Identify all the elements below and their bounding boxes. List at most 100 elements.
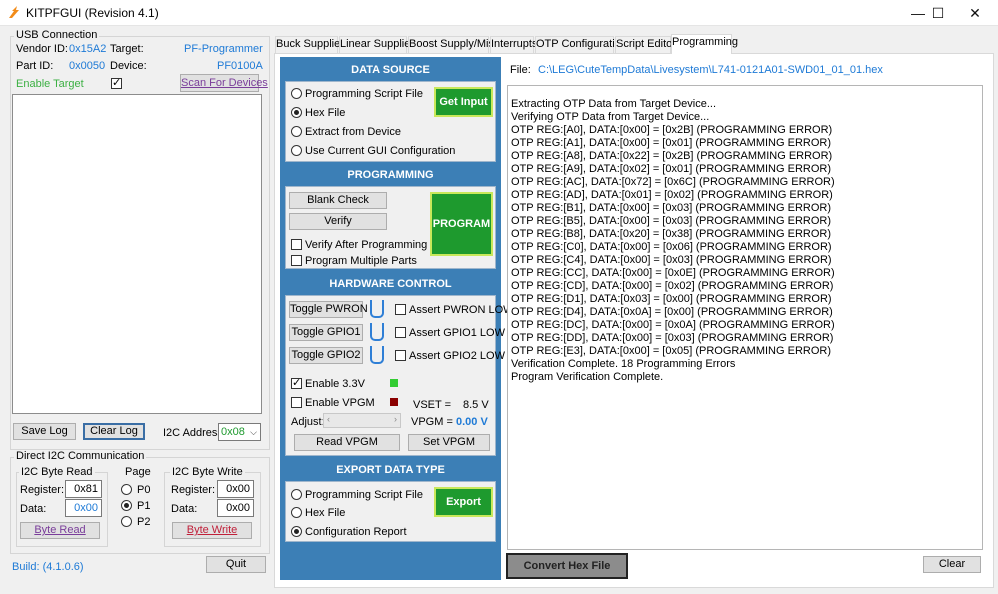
- enable-33v-label: Enable 3.3V: [305, 378, 365, 390]
- page-p1-radio[interactable]: [121, 500, 132, 511]
- byte-write-label: I2C Byte Write: [170, 466, 245, 478]
- clear-log-button[interactable]: Clear Log: [83, 423, 145, 440]
- chevron-down-icon: ⌵: [250, 427, 257, 437]
- maximize-button[interactable]: ☐: [918, 0, 958, 26]
- assert-gpio1-checkbox[interactable]: [395, 327, 406, 338]
- byte-write-button[interactable]: Byte Write: [172, 522, 252, 539]
- tab-linear-supplies[interactable]: Linear Supplies: [339, 36, 416, 53]
- usb-device-list[interactable]: [12, 94, 262, 414]
- output-line: OTP REG:[B1], DATA:[0x00] = [0x03] (PROG…: [511, 202, 831, 214]
- export-config-label: Configuration Report: [305, 526, 407, 538]
- i2c-address-value: 0x08: [221, 426, 245, 438]
- chevron-right-icon[interactable]: ›: [394, 414, 397, 424]
- hardware-control-title: HARDWARE CONTROL: [329, 278, 452, 290]
- tab-buck-supplies[interactable]: Buck Supplies: [275, 36, 346, 53]
- target-label: Target:: [110, 43, 144, 55]
- enable-vpgm-checkbox[interactable]: [291, 397, 302, 408]
- output-line: OTP REG:[D4], DATA:[0x0A] = [0x00] (PROG…: [511, 306, 833, 318]
- program-multiple-label: Program Multiple Parts: [305, 255, 417, 267]
- usb-connection-label: USB Connection: [14, 29, 100, 41]
- source-device-label: Extract from Device: [305, 126, 401, 138]
- power-led-icon: [390, 379, 398, 387]
- scan-for-devices-button[interactable]: Scan For Devices: [180, 74, 268, 92]
- close-button[interactable]: ✕: [955, 0, 995, 26]
- page-p2-radio[interactable]: [121, 516, 132, 527]
- verify-after-label: Verify After Programming: [305, 239, 428, 251]
- output-line: Verifying OTP Data from Target Device...: [511, 111, 710, 123]
- export-button[interactable]: Export: [434, 487, 493, 517]
- i2c-address-select[interactable]: 0x08 ⌵: [218, 423, 261, 441]
- toggle-gpio1-button[interactable]: Toggle GPIO1: [289, 324, 363, 341]
- vset-value: 8.5 V: [463, 399, 489, 411]
- export-config-radio[interactable]: [291, 526, 302, 537]
- read-data-field[interactable]: 0x00: [65, 499, 102, 517]
- verify-button[interactable]: Verify: [289, 213, 387, 230]
- write-data-field[interactable]: 0x00: [217, 499, 254, 517]
- export-hex-radio[interactable]: [291, 507, 302, 518]
- clear-output-button[interactable]: Clear: [923, 556, 981, 573]
- get-input-button[interactable]: Get Input: [434, 87, 493, 117]
- adjust-slider[interactable]: ‹ ›: [323, 413, 401, 428]
- output-line: OTP REG:[C0], DATA:[0x00] = [0x06] (PROG…: [511, 241, 832, 253]
- read-register-label: Register:: [20, 484, 65, 496]
- quit-button[interactable]: Quit: [206, 556, 266, 573]
- file-label: File:: [510, 64, 531, 76]
- source-script-label: Programming Script File: [305, 88, 423, 100]
- toggle-pwron-button[interactable]: Toggle PWRON: [289, 301, 368, 318]
- device-label: Device:: [110, 60, 147, 72]
- assert-pwron-checkbox[interactable]: [395, 304, 406, 315]
- source-script-radio[interactable]: [291, 88, 302, 99]
- output-line: OTP REG:[A1], DATA:[0x00] = [0x01] (PROG…: [511, 137, 831, 149]
- read-register-field[interactable]: 0x81: [65, 480, 102, 498]
- tab-programming[interactable]: Programming: [671, 34, 738, 54]
- vendor-id-label: Vendor ID:: [16, 43, 68, 55]
- source-hex-radio[interactable]: [291, 107, 302, 118]
- tab-interrupts[interactable]: Interrupts: [490, 36, 537, 53]
- part-id-value: 0x0050: [69, 60, 106, 72]
- output-log[interactable]: Extracting OTP Data from Target Device..…: [507, 85, 983, 550]
- write-data-label: Data:: [171, 503, 198, 515]
- assert-gpio2-checkbox[interactable]: [395, 350, 406, 361]
- read-vpgm-button[interactable]: Read VPGM: [294, 434, 400, 451]
- page-p2-label: P2: [137, 516, 151, 528]
- tab-boost-supply-misc[interactable]: Boost Supply/Misc: [408, 36, 499, 53]
- output-line: OTP REG:[C4], DATA:[0x00] = [0x03] (PROG…: [511, 254, 832, 266]
- hardware-control-panel: [285, 295, 496, 456]
- source-device-radio[interactable]: [291, 126, 302, 137]
- title-bar[interactable]: KITPFGUI (Revision 4.1) — ☐ ✕: [0, 0, 998, 26]
- pulse-icon: [370, 323, 384, 341]
- tab-script-editor[interactable]: Script Editor: [615, 36, 676, 53]
- chevron-left-icon[interactable]: ‹: [327, 414, 330, 424]
- output-line: OTP REG:[A8], DATA:[0x22] = [0x2B] (PROG…: [511, 150, 833, 162]
- page-label: Page: [125, 466, 151, 478]
- program-multiple-checkbox[interactable]: [291, 255, 302, 266]
- output-line: OTP REG:[A0], DATA:[0x00] = [0x2B] (PROG…: [511, 124, 833, 136]
- program-button[interactable]: PROGRAM: [430, 192, 493, 256]
- output-line: OTP REG:[D1], DATA:[0x03] = [0x00] (PROG…: [511, 293, 832, 305]
- output-line: Extracting OTP Data from Target Device..…: [511, 98, 717, 110]
- output-line: OTP REG:[DD], DATA:[0x00] = [0x03] (PROG…: [511, 332, 834, 344]
- vset-label: VSET =: [413, 399, 452, 411]
- verify-after-checkbox[interactable]: [291, 239, 302, 250]
- file-path: C:\LEG\CuteTempData\Livesystem\L741-0121…: [538, 64, 883, 76]
- output-line: OTP REG:[AC], DATA:[0x72] = [0x6C] (PROG…: [511, 176, 835, 188]
- blank-check-button[interactable]: Blank Check: [289, 192, 387, 209]
- write-register-field[interactable]: 0x00: [217, 480, 254, 498]
- enable-target-checkbox[interactable]: [111, 76, 122, 89]
- export-script-radio[interactable]: [291, 489, 302, 500]
- tab-otp-configuration[interactable]: OTP Configuration: [535, 36, 627, 53]
- toggle-gpio2-button[interactable]: Toggle GPIO2: [289, 347, 363, 364]
- byte-read-button[interactable]: Byte Read: [20, 522, 100, 539]
- app-icon: [9, 6, 19, 18]
- part-id-label: Part ID:: [16, 60, 54, 72]
- page-p0-radio[interactable]: [121, 484, 132, 495]
- output-line: OTP REG:[DC], DATA:[0x00] = [0x0A] (PROG…: [511, 319, 835, 331]
- source-gui-radio[interactable]: [291, 145, 302, 156]
- set-vpgm-button[interactable]: Set VPGM: [408, 434, 490, 451]
- enable-33v-checkbox[interactable]: [291, 376, 302, 389]
- output-line: Verification Complete. 18 Programming Er…: [511, 358, 736, 370]
- assert-pwron-label: Assert PWRON LOW: [409, 304, 514, 316]
- convert-hex-file-button[interactable]: Convert Hex File: [506, 553, 628, 579]
- output-line: OTP REG:[E3], DATA:[0x00] = [0x05] (PROG…: [511, 345, 831, 357]
- save-log-button[interactable]: Save Log: [13, 423, 76, 440]
